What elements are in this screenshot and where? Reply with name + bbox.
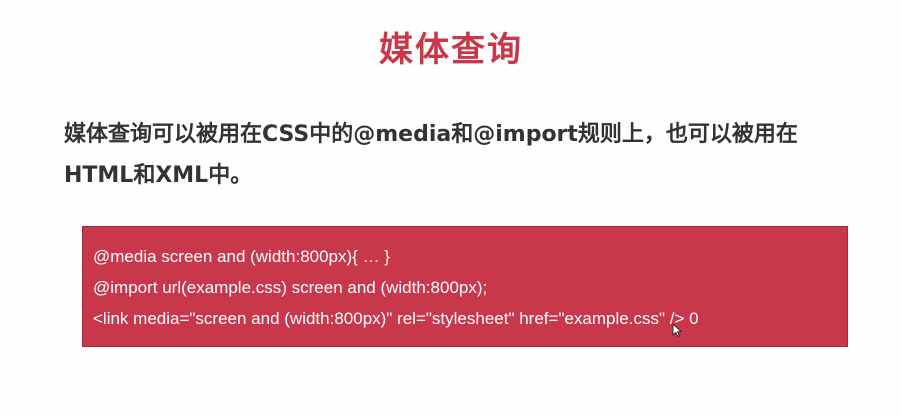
mouse-pointer-icon (672, 323, 682, 337)
body-text-line-2: HTML和XML中。 (64, 163, 253, 188)
slide-body-text: 媒体查询可以被用在CSS中的@media和@import规则上，也可以被用在 H… (64, 114, 854, 196)
code-example-box: @media screen and (width:800px){ … } @im… (82, 226, 848, 347)
code-line-media: @media screen and (width:800px){ … } (93, 247, 390, 266)
slide-title: 媒体查询 (379, 30, 523, 70)
presentation-slide: 媒体查询 媒体查询可以被用在CSS中的@media和@import规则上，也可以… (0, 0, 902, 417)
body-text-line-1: 媒体查询可以被用在CSS中的@media和@import规则上，也可以被用在 (64, 122, 798, 147)
code-line-import: @import url(example.css) screen and (wid… (93, 278, 488, 297)
code-line-link: <link media="screen and (width:800px)" r… (93, 309, 699, 328)
